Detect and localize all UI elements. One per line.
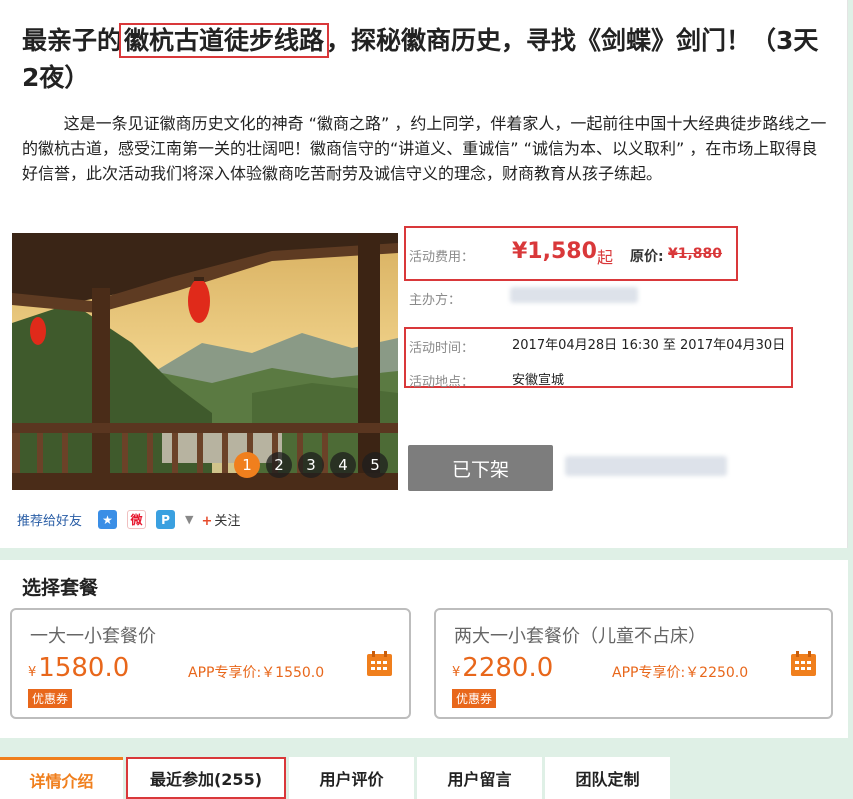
original-price-label: 原价: (630, 249, 664, 265)
carousel-pagination: 1 2 3 4 5 (234, 451, 388, 479)
app-price: APP专享价:￥2250.0 (612, 665, 749, 681)
price-amount: 2280.0 (462, 653, 554, 683)
carousel-dot-3[interactable]: 3 (298, 452, 324, 478)
package-option-2[interactable]: 两大一小套餐价（儿童不占床） ¥2280.0 APP专享价:￥2250.0 优惠… (434, 608, 833, 719)
time-value: 2017年04月28日 16:30 至 2017年04月30日 (512, 338, 786, 353)
coupon-badge[interactable]: 优惠券 (452, 689, 497, 708)
tab-user-reviews[interactable]: 用户评价 (289, 757, 414, 799)
tencent-weibo-icon[interactable]: P (156, 510, 176, 529)
product-card: 最亲子的徽杭古道徒步线路，探秘徽商历史，寻找《剑蝶》剑门！（3天2夜） 这是一条… (0, 0, 848, 548)
package-name: 两大一小套餐价（儿童不占床） (454, 626, 706, 647)
app-price: APP专享价:￥1550.0 (188, 665, 325, 681)
package-name: 一大一小套餐价 (30, 626, 156, 647)
blurred-info (565, 456, 727, 476)
product-description: 这是一条见证徽商历史文化的神奇 “徽商之路” ，约上同学，伴着家人，一起前往中国… (22, 114, 827, 183)
qzone-star-icon[interactable]: ★ (98, 510, 118, 529)
hero-image-carousel[interactable]: 1 2 3 4 5 (12, 233, 398, 490)
page-title: 最亲子的徽杭古道徒步线路，探秘徽商历史，寻找《剑蝶》剑门！（3天2夜） (22, 22, 832, 96)
weibo-icon[interactable]: 微 (127, 510, 147, 529)
fee-label: 活动费用： (409, 250, 475, 265)
currency-symbol: ¥ (452, 665, 461, 680)
original-price-value: ¥1,880 (668, 246, 723, 262)
package-price: ¥1580.0 (28, 653, 129, 683)
calendar-icon[interactable] (366, 650, 393, 677)
fee-suffix: 起 (597, 248, 614, 267)
tab-user-messages[interactable]: 用户留言 (417, 757, 542, 799)
tab-recent-participants[interactable]: 最近参加(255) (126, 757, 286, 799)
tab-details[interactable]: 详情介绍 (0, 757, 123, 799)
coupon-badge[interactable]: 优惠券 (28, 689, 73, 708)
currency-symbol: ¥ (28, 665, 37, 680)
tab-team-custom[interactable]: 团队定制 (545, 757, 670, 799)
calendar-icon[interactable] (790, 650, 817, 677)
package-heading: 选择套餐 (22, 577, 99, 599)
carousel-dot-4[interactable]: 4 (330, 452, 356, 478)
share-bar: 推荐给好友 ★ 微 P ▼ + 关注 (17, 510, 240, 529)
package-option-1[interactable]: 一大一小套餐价 ¥1580.0 APP专享价:￥1550.0 优惠券 (10, 608, 411, 719)
chevron-down-icon[interactable]: ▼ (185, 513, 193, 526)
place-value: 安徽宣城 (512, 373, 565, 388)
plus-icon: + (201, 514, 213, 529)
place-label: 活动地点： (409, 375, 475, 390)
organizer-blurred (510, 287, 638, 303)
organizer-label: 主办方： (409, 293, 462, 308)
carousel-dot-1[interactable]: 1 (234, 452, 260, 478)
title-highlight: 徽杭古道徒步线路 (119, 23, 330, 58)
package-price: ¥2280.0 (452, 653, 553, 683)
carousel-dot-5[interactable]: 5 (362, 452, 388, 478)
carousel-dot-2[interactable]: 2 (266, 452, 292, 478)
recommend-link[interactable]: 推荐给好友 (17, 510, 82, 529)
package-section: 选择套餐 一大一小套餐价 ¥1580.0 APP专享价:￥1550.0 优惠券 … (0, 560, 848, 738)
price-amount: 1580.0 (38, 653, 130, 683)
follow-label: 关注 (214, 514, 241, 529)
title-prefix: 最亲子的 (22, 26, 123, 55)
delisted-button[interactable]: 已下架 (408, 445, 553, 491)
detail-tabs: 详情介绍 最近参加(255) 用户评价 用户留言 团队定制 (0, 757, 673, 799)
fee-value: ¥1,580 (512, 239, 597, 264)
follow-button[interactable]: + 关注 (201, 510, 240, 529)
time-label: 活动时间： (409, 341, 475, 356)
